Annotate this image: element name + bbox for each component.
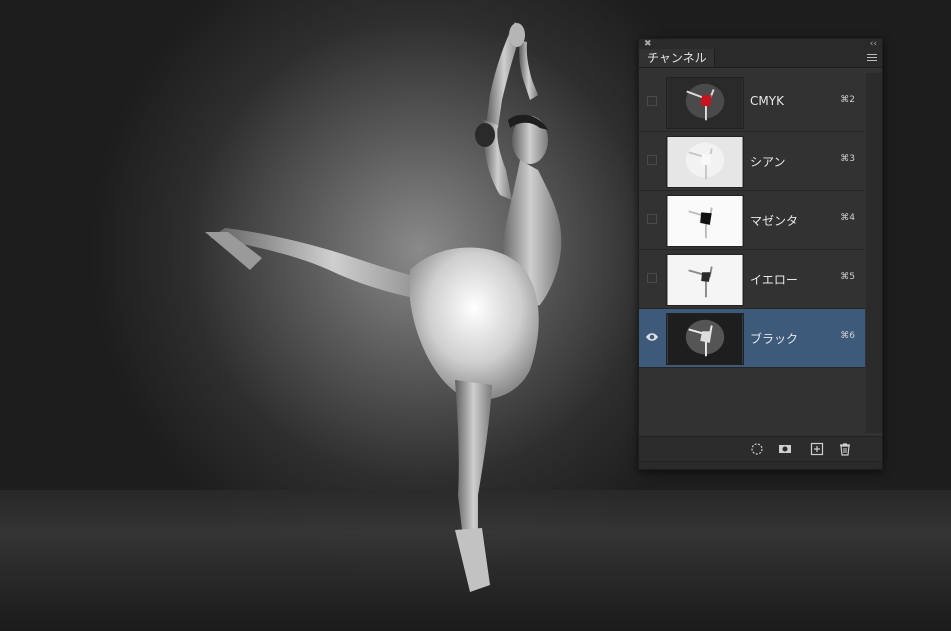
channel-name: ブラック bbox=[750, 332, 799, 346]
resize-grip[interactable] bbox=[639, 461, 882, 469]
channel-row-yellow[interactable]: イエロー ⌘5 bbox=[639, 250, 865, 309]
new-channel-icon[interactable] bbox=[810, 442, 824, 456]
channel-name: マゼンタ bbox=[750, 214, 799, 228]
channel-list: CMYK ⌘2 シアン ⌘3 マゼンタ ⌘4 イエロー ⌘5 ブラック ⌘6 bbox=[639, 73, 865, 368]
trash-icon[interactable] bbox=[838, 442, 852, 456]
collapse-icon[interactable]: ‹‹ bbox=[870, 39, 877, 49]
panel-title-bar[interactable]: ✖ ‹‹ bbox=[639, 39, 882, 49]
channel-thumbnail bbox=[666, 254, 744, 306]
panel-footer bbox=[639, 436, 882, 461]
channel-name: イエロー bbox=[750, 273, 798, 287]
channel-thumbnail bbox=[666, 313, 744, 365]
panel-scrollbar[interactable] bbox=[866, 73, 882, 433]
load-selection-icon[interactable] bbox=[750, 442, 764, 456]
channel-shortcut: ⌘4 bbox=[840, 213, 855, 223]
channel-shortcut: ⌘2 bbox=[840, 95, 855, 105]
tab-channels[interactable]: チャンネル bbox=[639, 49, 715, 67]
panel-menu-icon[interactable] bbox=[867, 54, 877, 62]
channel-name: CMYK bbox=[750, 94, 784, 108]
channel-shortcut: ⌘5 bbox=[840, 272, 855, 282]
channel-row-magenta[interactable]: マゼンタ ⌘4 bbox=[639, 191, 865, 250]
channel-thumbnail bbox=[666, 195, 744, 247]
save-selection-icon[interactable] bbox=[778, 442, 792, 456]
channel-name: シアン bbox=[750, 155, 786, 169]
channel-thumbnail bbox=[666, 136, 744, 188]
channel-row-cmyk[interactable]: CMYK ⌘2 bbox=[639, 73, 865, 132]
close-icon[interactable]: ✖ bbox=[644, 39, 652, 49]
channel-thumbnail bbox=[666, 77, 744, 129]
visibility-toggle[interactable] bbox=[647, 214, 657, 224]
visibility-toggle[interactable] bbox=[647, 96, 657, 106]
eye-icon[interactable] bbox=[645, 331, 659, 343]
visibility-toggle[interactable] bbox=[647, 273, 657, 283]
channel-row-black[interactable]: ブラック ⌘6 bbox=[639, 309, 865, 368]
channel-shortcut: ⌘3 bbox=[840, 154, 855, 164]
visibility-toggle[interactable] bbox=[647, 155, 657, 165]
panel-tab-bar: チャンネル bbox=[639, 49, 882, 68]
channel-shortcut: ⌘6 bbox=[840, 331, 855, 341]
channel-row-cyan[interactable]: シアン ⌘3 bbox=[639, 132, 865, 191]
channels-panel: ✖ ‹‹ チャンネル CMYK ⌘2 シアン ⌘3 マゼンタ ⌘4 イエロー ⌘… bbox=[638, 38, 883, 470]
